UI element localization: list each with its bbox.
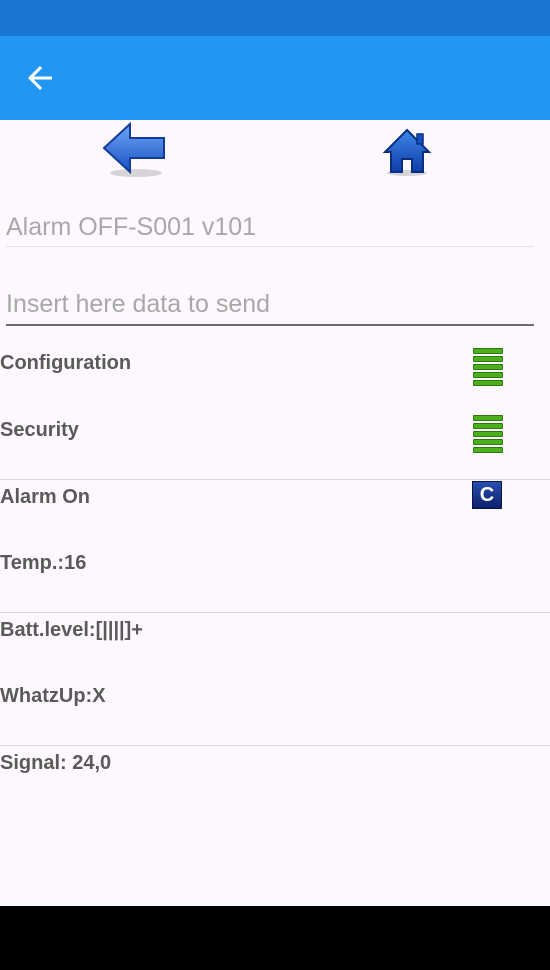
divider xyxy=(0,479,550,480)
divider xyxy=(0,612,550,613)
alarm-status: Alarm On xyxy=(0,486,91,508)
divider xyxy=(0,745,550,746)
send-data-input[interactable] xyxy=(6,284,534,326)
temperature-value: Temp.:16 xyxy=(0,552,87,574)
security-menu-icon[interactable] xyxy=(473,415,503,453)
configuration-label: Configuration xyxy=(0,352,132,374)
alarm-c-button[interactable]: C xyxy=(472,481,502,509)
battery-level: Batt.level:[||||]+ xyxy=(0,619,143,641)
home-icon[interactable] xyxy=(381,126,433,178)
security-label: Security xyxy=(0,419,79,441)
system-nav-bar xyxy=(0,906,550,970)
device-title: Alarm OFF-S001 v101 xyxy=(6,210,534,247)
signal-value: Signal: 24,0 xyxy=(0,752,112,774)
status-bar xyxy=(0,0,550,36)
configuration-menu-icon[interactable] xyxy=(473,348,503,386)
app-bar xyxy=(0,36,550,120)
whatzup-status: WhatzUp:X xyxy=(0,685,106,707)
blue-arrow-left-icon[interactable] xyxy=(100,120,168,180)
arrow-left-icon[interactable] xyxy=(22,60,58,96)
